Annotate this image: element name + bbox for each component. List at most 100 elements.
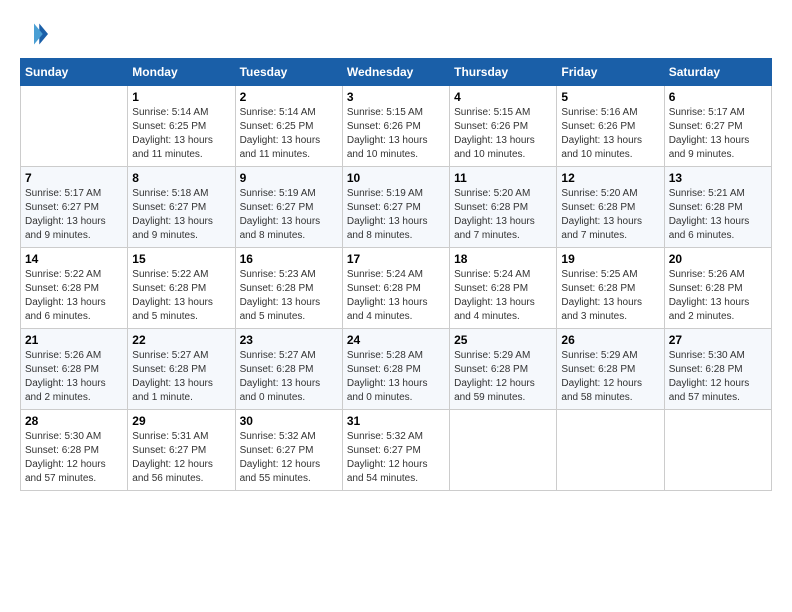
calendar-cell: 22 Sunrise: 5:27 AM Sunset: 6:28 PM Dayli… [128, 329, 235, 410]
day-info: Sunrise: 5:15 AM Sunset: 6:26 PM Dayligh… [347, 106, 445, 162]
calendar-cell: 5 Sunrise: 5:16 AM Sunset: 6:26 PM Daylig… [557, 86, 664, 167]
day-number: 3 [347, 90, 445, 104]
day-info: Sunrise: 5:14 AM Sunset: 6:25 PM Dayligh… [132, 106, 230, 162]
calendar-cell: 6 Sunrise: 5:17 AM Sunset: 6:27 PM Daylig… [664, 86, 771, 167]
calendar-cell: 16Sunrise: 5:23 AM Sunset: 6:28 PM Dayli… [235, 248, 342, 329]
day-number: 8 [132, 171, 230, 185]
calendar-cell [21, 86, 128, 167]
calendar-cell: 10Sunrise: 5:19 AM Sunset: 6:27 PM Dayli… [342, 167, 449, 248]
day-info: Sunrise: 5:24 AM Sunset: 6:28 PM Dayligh… [454, 268, 552, 324]
calendar-cell: 25 Sunrise: 5:29 AM Sunset: 6:28 PM Dayli… [450, 329, 557, 410]
day-info: Sunrise: 5:15 AM Sunset: 6:26 PM Dayligh… [454, 106, 552, 162]
day-info: Sunrise: 5:26 AM Sunset: 6:28 PM Dayligh… [669, 268, 767, 324]
day-number: 11 [454, 171, 552, 185]
day-number: 10 [347, 171, 445, 185]
weekday-header: Tuesday [235, 59, 342, 86]
day-number: 30 [240, 414, 338, 428]
calendar-cell: 19 Sunrise: 5:25 AM Sunset: 6:28 PM Dayli… [557, 248, 664, 329]
calendar-cell: 21 Sunrise: 5:26 AM Sunset: 6:28 PM Dayli… [21, 329, 128, 410]
calendar-week-row: 7 Sunrise: 5:17 AM Sunset: 6:27 PM Daylig… [21, 167, 772, 248]
day-number: 17 [347, 252, 445, 266]
day-info: Sunrise: 5:19 AM Sunset: 6:27 PM Dayligh… [240, 187, 338, 243]
weekday-header: Monday [128, 59, 235, 86]
calendar-cell: 28 Sunrise: 5:30 AM Sunset: 6:28 PM Dayli… [21, 410, 128, 491]
day-info: Sunrise: 5:16 AM Sunset: 6:26 PM Dayligh… [561, 106, 659, 162]
day-number: 16 [240, 252, 338, 266]
day-info: Sunrise: 5:21 AM Sunset: 6:28 PM Dayligh… [669, 187, 767, 243]
calendar-cell [450, 410, 557, 491]
logo-icon [20, 20, 48, 48]
calendar-cell: 27 Sunrise: 5:30 AM Sunset: 6:28 PM Dayli… [664, 329, 771, 410]
weekday-header: Friday [557, 59, 664, 86]
day-info: Sunrise: 5:17 AM Sunset: 6:27 PM Dayligh… [669, 106, 767, 162]
day-number: 1 [132, 90, 230, 104]
day-info: Sunrise: 5:29 AM Sunset: 6:28 PM Dayligh… [454, 349, 552, 405]
calendar-week-row: 1 Sunrise: 5:14 AM Sunset: 6:25 PM Daylig… [21, 86, 772, 167]
calendar-cell: 11 Sunrise: 5:20 AM Sunset: 6:28 PM Dayli… [450, 167, 557, 248]
calendar-header-row: SundayMondayTuesdayWednesdayThursdayFrid… [21, 59, 772, 86]
calendar-cell: 3 Sunrise: 5:15 AM Sunset: 6:26 PM Daylig… [342, 86, 449, 167]
day-number: 31 [347, 414, 445, 428]
calendar-cell: 9Sunrise: 5:19 AM Sunset: 6:27 PM Daylig… [235, 167, 342, 248]
day-number: 2 [240, 90, 338, 104]
calendar-cell: 20Sunrise: 5:26 AM Sunset: 6:28 PM Dayli… [664, 248, 771, 329]
day-info: Sunrise: 5:31 AM Sunset: 6:27 PM Dayligh… [132, 430, 230, 486]
day-number: 22 [132, 333, 230, 347]
calendar-week-row: 28 Sunrise: 5:30 AM Sunset: 6:28 PM Dayli… [21, 410, 772, 491]
day-number: 29 [132, 414, 230, 428]
day-number: 24 [347, 333, 445, 347]
calendar-cell: 8 Sunrise: 5:18 AM Sunset: 6:27 PM Daylig… [128, 167, 235, 248]
calendar-cell: 31 Sunrise: 5:32 AM Sunset: 6:27 PM Dayli… [342, 410, 449, 491]
day-info: Sunrise: 5:17 AM Sunset: 6:27 PM Dayligh… [25, 187, 123, 243]
calendar-cell: 13 Sunrise: 5:21 AM Sunset: 6:28 PM Dayli… [664, 167, 771, 248]
day-info: Sunrise: 5:25 AM Sunset: 6:28 PM Dayligh… [561, 268, 659, 324]
day-number: 13 [669, 171, 767, 185]
weekday-header: Sunday [21, 59, 128, 86]
page-header [20, 20, 772, 48]
calendar-cell: 2 Sunrise: 5:14 AM Sunset: 6:25 PM Daylig… [235, 86, 342, 167]
day-info: Sunrise: 5:30 AM Sunset: 6:28 PM Dayligh… [25, 430, 123, 486]
day-info: Sunrise: 5:30 AM Sunset: 6:28 PM Dayligh… [669, 349, 767, 405]
calendar-cell: 30Sunrise: 5:32 AM Sunset: 6:27 PM Dayli… [235, 410, 342, 491]
calendar-table: SundayMondayTuesdayWednesdayThursdayFrid… [20, 58, 772, 491]
day-number: 14 [25, 252, 123, 266]
calendar-cell: 17 Sunrise: 5:24 AM Sunset: 6:28 PM Dayli… [342, 248, 449, 329]
day-info: Sunrise: 5:22 AM Sunset: 6:28 PM Dayligh… [25, 268, 123, 324]
day-info: Sunrise: 5:18 AM Sunset: 6:27 PM Dayligh… [132, 187, 230, 243]
calendar-cell [664, 410, 771, 491]
day-number: 19 [561, 252, 659, 266]
day-info: Sunrise: 5:20 AM Sunset: 6:28 PM Dayligh… [561, 187, 659, 243]
day-info: Sunrise: 5:28 AM Sunset: 6:28 PM Dayligh… [347, 349, 445, 405]
calendar-cell: 18 Sunrise: 5:24 AM Sunset: 6:28 PM Dayli… [450, 248, 557, 329]
day-info: Sunrise: 5:32 AM Sunset: 6:27 PM Dayligh… [347, 430, 445, 486]
day-number: 28 [25, 414, 123, 428]
day-number: 6 [669, 90, 767, 104]
day-info: Sunrise: 5:22 AM Sunset: 6:28 PM Dayligh… [132, 268, 230, 324]
day-info: Sunrise: 5:24 AM Sunset: 6:28 PM Dayligh… [347, 268, 445, 324]
day-number: 25 [454, 333, 552, 347]
day-number: 26 [561, 333, 659, 347]
calendar-cell: 12 Sunrise: 5:20 AM Sunset: 6:28 PM Dayli… [557, 167, 664, 248]
day-info: Sunrise: 5:14 AM Sunset: 6:25 PM Dayligh… [240, 106, 338, 162]
weekday-header: Thursday [450, 59, 557, 86]
day-number: 4 [454, 90, 552, 104]
weekday-header: Wednesday [342, 59, 449, 86]
logo [20, 20, 52, 48]
day-info: Sunrise: 5:27 AM Sunset: 6:28 PM Dayligh… [132, 349, 230, 405]
day-number: 5 [561, 90, 659, 104]
calendar-cell [557, 410, 664, 491]
calendar-cell: 29 Sunrise: 5:31 AM Sunset: 6:27 PM Dayli… [128, 410, 235, 491]
day-number: 12 [561, 171, 659, 185]
day-info: Sunrise: 5:27 AM Sunset: 6:28 PM Dayligh… [240, 349, 338, 405]
calendar-cell: 1 Sunrise: 5:14 AM Sunset: 6:25 PM Daylig… [128, 86, 235, 167]
day-number: 21 [25, 333, 123, 347]
calendar-cell: 24 Sunrise: 5:28 AM Sunset: 6:28 PM Dayli… [342, 329, 449, 410]
calendar-cell: 7 Sunrise: 5:17 AM Sunset: 6:27 PM Daylig… [21, 167, 128, 248]
day-info: Sunrise: 5:20 AM Sunset: 6:28 PM Dayligh… [454, 187, 552, 243]
day-number: 27 [669, 333, 767, 347]
day-info: Sunrise: 5:26 AM Sunset: 6:28 PM Dayligh… [25, 349, 123, 405]
day-number: 18 [454, 252, 552, 266]
calendar-week-row: 14 Sunrise: 5:22 AM Sunset: 6:28 PM Dayli… [21, 248, 772, 329]
day-number: 7 [25, 171, 123, 185]
weekday-header: Saturday [664, 59, 771, 86]
